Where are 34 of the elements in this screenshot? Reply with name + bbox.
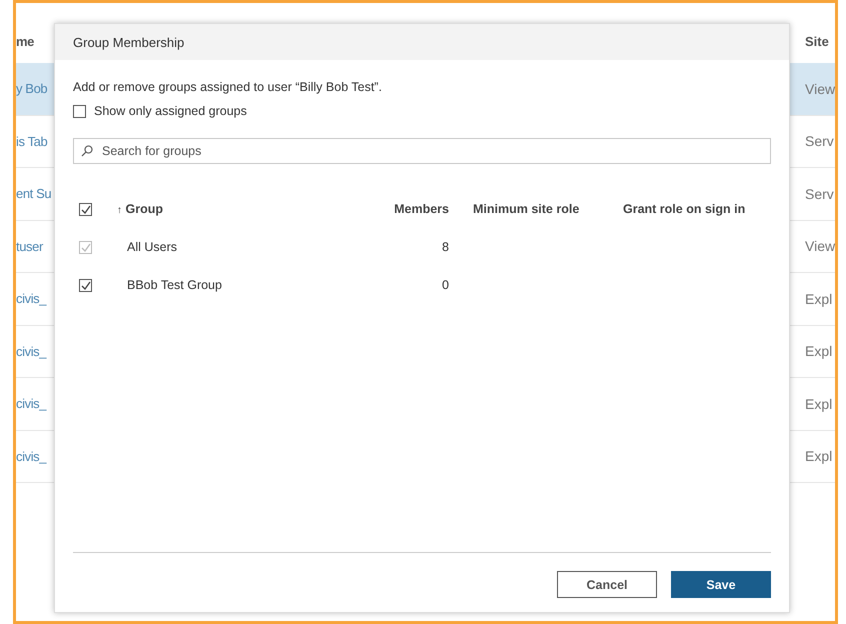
column-header[interactable]: Minimum site role xyxy=(473,202,580,216)
user-name-link[interactable]: civis_ xyxy=(16,448,53,464)
dialog-title: Group Membership xyxy=(55,24,789,60)
checkbox[interactable] xyxy=(79,202,92,216)
user-name-link[interactable]: civis_ xyxy=(16,396,53,412)
column-header[interactable]: Site xyxy=(805,34,835,49)
member-count: 8 xyxy=(442,240,449,254)
checkbox[interactable] xyxy=(79,278,92,292)
description: Add or remove groups assigned to user “Billy Bob Test”. xyxy=(73,80,383,94)
group-name: All Users xyxy=(126,240,178,254)
table-cell-text: Expl xyxy=(805,396,834,412)
column-header[interactable]: me xyxy=(16,34,53,49)
save-button[interactable]: Save xyxy=(671,571,771,598)
checkbox[interactable] xyxy=(73,104,86,118)
table-cell: Serv xyxy=(805,133,835,150)
table-cell-text: Expl xyxy=(805,448,834,464)
user-name-link[interactable]: tuser xyxy=(16,238,53,254)
user-name-link[interactable]: civis_ xyxy=(16,291,53,306)
column-header[interactable]: ↑ Group xyxy=(117,202,163,216)
checkbox-label[interactable]: Show only assigned groups xyxy=(94,104,247,118)
table-cell-text: Expl xyxy=(805,290,834,307)
user-name-link[interactable]: ent Su xyxy=(16,186,53,202)
cancel-button[interactable]: Cancel xyxy=(557,571,657,598)
table-cell: View xyxy=(805,80,835,97)
table-cell-text: Expl xyxy=(805,343,834,360)
table-cell: Serv xyxy=(805,186,835,202)
column-header[interactable]: Members xyxy=(394,202,449,216)
search-field[interactable]: Search for groups xyxy=(73,138,771,164)
column-header[interactable]: Grant role on sign in xyxy=(623,202,746,216)
user-name-link[interactable]: is Tab xyxy=(16,134,53,149)
member-count: 0 xyxy=(442,278,449,292)
user-name-link[interactable]: civis_ xyxy=(16,344,53,359)
table-cell: View xyxy=(805,238,835,254)
group-name: BBob Test Group xyxy=(126,278,222,292)
